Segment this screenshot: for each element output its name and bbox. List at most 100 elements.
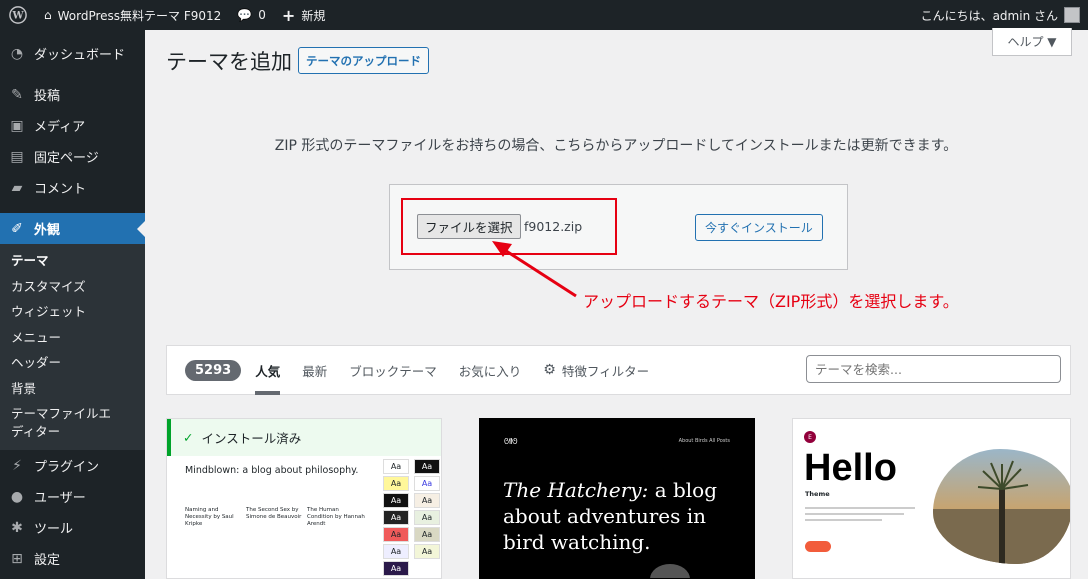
submenu-theme-file-editor[interactable]: テーマファイルエディター xyxy=(0,401,130,444)
appearance-submenu: テーマ カスタマイズ ウィジェット メニュー ヘッダー 背景 テーマファイルエデ… xyxy=(0,244,145,450)
user-account-link[interactable]: こんにちは、admin さん xyxy=(913,0,1088,30)
menu-settings[interactable]: ⊞ 設定 xyxy=(0,543,145,574)
style-swatch: Aa xyxy=(383,527,409,542)
menu-label: 設定 xyxy=(34,553,61,568)
style-swatch: Aa xyxy=(383,476,409,491)
theme-card-installed[interactable]: ✓ インストール済み Mindblown: a blog about philo… xyxy=(166,418,442,579)
submenu-background[interactable]: 背景 xyxy=(0,376,145,402)
avatar xyxy=(1064,7,1080,23)
media-icon: ▣ xyxy=(10,117,24,134)
tab-popular[interactable]: 人気 xyxy=(255,345,281,395)
screenshot-blog-title: Mindblown: a blog about philosophy. xyxy=(185,465,359,476)
comment-bubble-icon: 💬 xyxy=(237,8,253,22)
style-swatch: Aa xyxy=(414,459,440,474)
help-button[interactable]: ヘルプ ▼ xyxy=(992,28,1072,56)
screenshot-hello-title: Hello xyxy=(804,447,897,489)
admin-bar: W ⌂ WordPress無料テーマ F9012 💬 0 + 新規 こんにちは、… xyxy=(0,0,1088,30)
feature-filter-button[interactable]: ⚙ 特徴フィルター xyxy=(543,345,649,395)
user-icon: ● xyxy=(10,488,24,505)
tab-latest[interactable]: 最新 xyxy=(302,345,327,395)
screenshot-book-3: The Human Condition by Hannah Arendt xyxy=(307,507,365,527)
upload-description: ZIP 形式のテーマファイルをお持ちの場合、こちらからアップロードしてインストー… xyxy=(274,138,958,154)
admin-sidebar: ◔ ダッシュボード ✎ 投稿 ▣ メディア ▤ 固定ページ ▰ コメント ✐ 外観 テーマ … xyxy=(0,30,145,579)
site-name: WordPress無料テーマ F9012 xyxy=(57,8,222,23)
style-swatch: Aa xyxy=(414,476,440,491)
screenshot-book-2: The Second Sex by Simone de Beauvoir xyxy=(246,507,302,520)
svg-text:W: W xyxy=(11,11,24,22)
menu-plugins[interactable]: ⚡ プラグイン xyxy=(0,450,145,481)
wordpress-logo-icon[interactable]: W xyxy=(0,0,36,30)
menu-media[interactable]: ▣ メディア xyxy=(0,110,145,141)
theme-card-hatchery[interactable]: ᘛᘚ About Birds All Posts The Hatchery: a… xyxy=(479,418,755,579)
site-name-link[interactable]: ⌂ WordPress無料テーマ F9012 xyxy=(36,0,229,30)
menu-label: 固定ページ xyxy=(34,151,99,166)
home-icon: ⌂ xyxy=(44,8,52,22)
wrench-icon: ✱ xyxy=(11,519,23,536)
plus-icon: + xyxy=(281,5,296,25)
theme-search-input[interactable] xyxy=(806,355,1061,383)
greeting-text: こんにちは、admin さん xyxy=(920,8,1058,23)
dashboard-icon: ◔ xyxy=(10,45,24,62)
submenu-customize[interactable]: カスタマイズ xyxy=(0,274,145,300)
menu-label: ツール xyxy=(34,522,74,537)
feature-filter-label: 特徴フィルター xyxy=(561,363,650,379)
installed-notice: ✓ インストール済み xyxy=(167,419,441,456)
menu-users[interactable]: ● ユーザー xyxy=(0,481,145,512)
plugin-icon: ⚡ xyxy=(12,457,22,474)
bird-image xyxy=(650,564,690,578)
menu-label: ユーザー xyxy=(34,491,86,506)
style-swatch: Aa xyxy=(414,510,440,525)
gear-icon: ⚙ xyxy=(543,362,556,378)
style-swatch: Aa xyxy=(414,527,440,542)
page-icon: ▤ xyxy=(10,148,24,165)
style-swatch: Aa xyxy=(383,561,409,576)
style-swatch: Aa xyxy=(383,493,409,508)
menu-label: コメント xyxy=(34,182,87,197)
menu-posts[interactable]: ✎ 投稿 xyxy=(0,79,145,110)
new-content-link[interactable]: + 新規 xyxy=(274,0,333,30)
submenu-header[interactable]: ヘッダー xyxy=(0,350,145,376)
menu-label: プラグイン xyxy=(34,460,100,475)
highlight-box xyxy=(401,198,617,255)
menu-label: メディア xyxy=(34,120,86,135)
menu-tools[interactable]: ✱ ツール xyxy=(0,512,145,543)
pin-icon: ✎ xyxy=(11,86,23,103)
annotation-text: アップロードするテーマ（ZIP形式）を選択します。 xyxy=(583,292,959,311)
installed-label: インストール済み xyxy=(201,431,302,446)
tab-favorites[interactable]: お気に入り xyxy=(459,345,522,395)
brush-icon: ✐ xyxy=(11,220,23,237)
screenshot-body-text xyxy=(805,507,915,521)
screenshot-theme-label: Theme xyxy=(805,490,830,498)
menu-label: 投稿 xyxy=(34,89,61,104)
desert-tree-image xyxy=(933,449,1070,564)
install-now-button[interactable]: 今すぐインストール xyxy=(695,214,823,241)
upload-theme-button[interactable]: テーマのアップロード xyxy=(298,47,429,74)
headline-italic: The Hatchery: xyxy=(503,478,649,502)
style-variations-grid: Aa Aa Aa Aa Aa Aa Aa Aa Aa Aa Aa Aa Aa xyxy=(383,459,440,576)
tab-block-themes[interactable]: ブロックテーマ xyxy=(349,345,437,395)
theme-card-hello[interactable]: E Hello Theme xyxy=(792,418,1071,579)
menu-pages[interactable]: ▤ 固定ページ xyxy=(0,141,145,172)
submenu-widgets[interactable]: ウィジェット xyxy=(0,299,145,325)
menu-appearance[interactable]: ✐ 外観 xyxy=(0,213,145,244)
comments-link[interactable]: 💬 0 xyxy=(229,0,274,30)
screenshot-logo: ᘛᘚ xyxy=(504,437,518,446)
screenshot-cta-button xyxy=(805,541,832,552)
menu-dashboard[interactable]: ◔ ダッシュボード xyxy=(0,38,145,69)
submenu-themes[interactable]: テーマ xyxy=(0,248,145,274)
style-swatch: Aa xyxy=(383,459,409,474)
menu-comments[interactable]: ▰ コメント xyxy=(0,172,145,203)
menu-label: ダッシュボード xyxy=(34,48,126,63)
style-swatch: Aa xyxy=(414,544,440,559)
style-swatch: Aa xyxy=(383,544,409,559)
screenshot-book-1: Naming and Necessity by Saul Kripke xyxy=(185,507,234,527)
comments-count: 0 xyxy=(258,8,266,22)
menu-label: 外観 xyxy=(34,223,61,238)
screenshot-headline: The Hatchery: a blog about adventures in… xyxy=(503,477,743,555)
submenu-menus[interactable]: メニュー xyxy=(0,325,145,351)
comment-icon: ▰ xyxy=(11,179,23,196)
settings-icon: ⊞ xyxy=(11,550,23,567)
new-label: 新規 xyxy=(301,8,326,23)
elementor-logo-icon: E xyxy=(804,431,816,443)
style-swatch: Aa xyxy=(414,493,440,508)
